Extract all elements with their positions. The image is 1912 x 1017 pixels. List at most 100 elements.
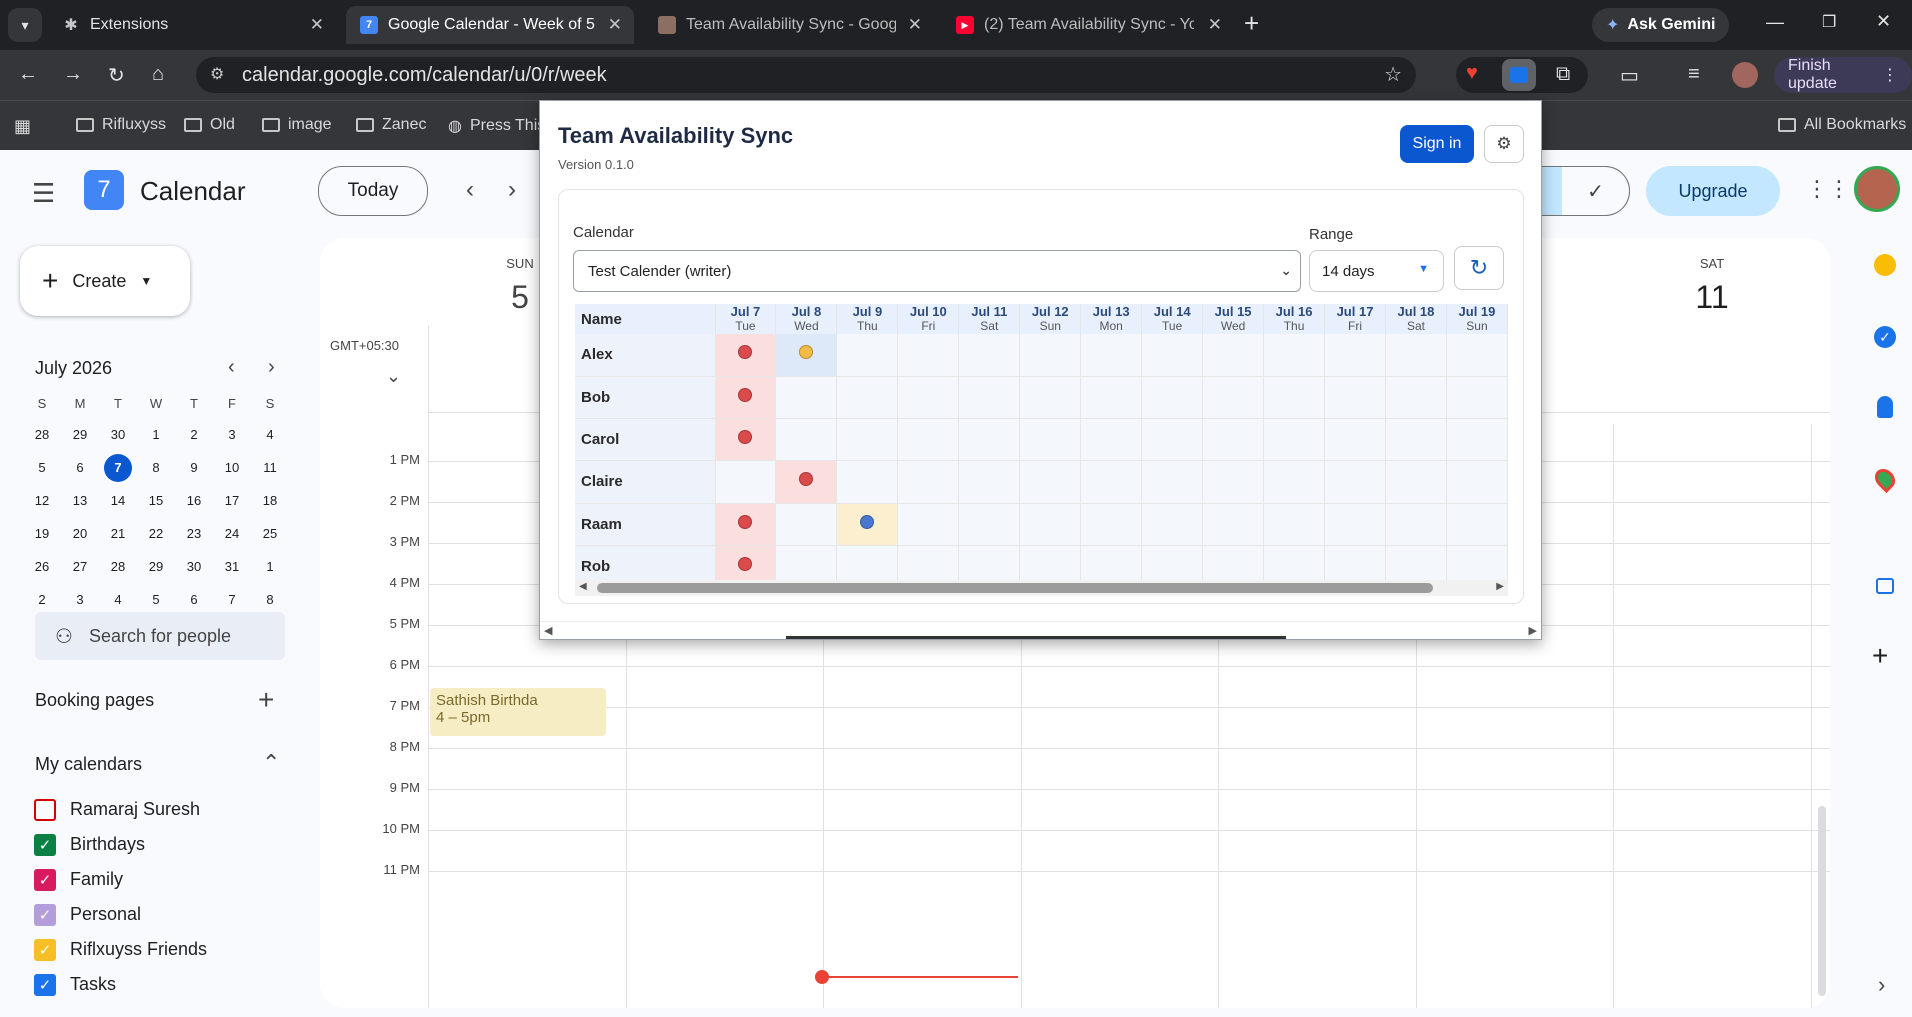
day-header-sat[interactable]: SAT 11: [1682, 256, 1742, 316]
availability-cell[interactable]: [1263, 334, 1326, 377]
calendar-checkbox[interactable]: ✓: [34, 938, 56, 961]
availability-cell[interactable]: [1324, 503, 1386, 546]
availability-cell[interactable]: [1446, 503, 1509, 546]
availability-cell[interactable]: [1446, 418, 1509, 462]
availability-cell[interactable]: [1263, 376, 1326, 420]
availability-cell[interactable]: [836, 503, 899, 546]
google-apps-icon[interactable]: ⋮⋮: [1806, 176, 1850, 202]
mini-day[interactable]: 31: [213, 550, 251, 583]
availability-cell[interactable]: [1080, 418, 1143, 462]
availability-cell[interactable]: [836, 418, 899, 462]
settings-gear-icon[interactable]: ⚙: [1484, 125, 1524, 163]
contacts-person-icon[interactable]: [1877, 396, 1893, 418]
media-controls-icon[interactable]: ≡: [1688, 63, 1700, 86]
availability-cell[interactable]: [715, 418, 777, 462]
availability-cell[interactable]: [1324, 334, 1386, 377]
event-block[interactable]: Sathish Birthda 4 – 5pm: [430, 688, 606, 736]
availability-cell[interactable]: [1263, 460, 1326, 504]
mini-prev-month-icon[interactable]: ‹: [228, 356, 235, 379]
calendar-checkbox[interactable]: ✓: [34, 973, 56, 996]
tab-google-calendar[interactable]: 7 Google Calendar - Week of 5 Ju ✕: [346, 6, 634, 44]
calendar-list-item[interactable]: Ramaraj Suresh: [34, 792, 207, 827]
availability-cell[interactable]: [1019, 334, 1082, 377]
availability-cell[interactable]: [775, 418, 838, 462]
availability-cell[interactable]: [1080, 503, 1143, 546]
minimize-icon[interactable]: —: [1766, 12, 1784, 33]
mini-day[interactable]: 8: [137, 451, 175, 484]
range-select[interactable]: 14 days ▼: [1309, 250, 1444, 292]
availability-cell[interactable]: [1141, 503, 1204, 546]
scroll-thumb[interactable]: [786, 636, 1286, 639]
reload-icon[interactable]: ↻: [108, 63, 125, 88]
availability-cell[interactable]: [897, 376, 960, 420]
mini-day[interactable]: 11: [251, 451, 289, 484]
previous-week-icon[interactable]: ‹: [466, 176, 474, 204]
mini-day[interactable]: 6: [61, 451, 99, 484]
availability-cell[interactable]: [836, 376, 899, 420]
mini-day[interactable]: 19: [23, 517, 61, 550]
availability-cell[interactable]: [958, 418, 1021, 462]
mini-day[interactable]: 25: [251, 517, 289, 550]
close-tab-icon[interactable]: ✕: [908, 15, 922, 35]
availability-cell[interactable]: [1080, 376, 1143, 420]
mini-day[interactable]: 12: [23, 484, 61, 517]
availability-cell[interactable]: [1202, 460, 1265, 504]
search-people-input[interactable]: ⚇ Search for people: [35, 612, 285, 660]
availability-cell[interactable]: [1019, 460, 1082, 504]
apps-grid-icon[interactable]: ▦: [14, 116, 31, 137]
bookmark-folder[interactable]: Rifluxyss: [76, 116, 166, 134]
mini-next-month-icon[interactable]: ›: [268, 356, 275, 379]
availability-cell[interactable]: [715, 376, 777, 420]
add-addon-icon[interactable]: +: [1872, 640, 1888, 672]
expand-side-panel-icon[interactable]: ›: [1878, 972, 1885, 998]
mini-day[interactable]: 28: [23, 418, 61, 451]
mini-day[interactable]: 5: [23, 451, 61, 484]
new-tab-icon[interactable]: +: [1244, 8, 1259, 39]
mini-day[interactable]: 30: [99, 418, 137, 451]
availability-cell[interactable]: [1385, 334, 1447, 377]
restore-icon[interactable]: ❐: [1822, 12, 1836, 32]
close-window-icon[interactable]: ✕: [1876, 11, 1891, 32]
tab-search-button[interactable]: ▾: [8, 8, 42, 42]
calendar-list-item[interactable]: ✓ Family: [34, 862, 207, 897]
availability-cell[interactable]: [1080, 460, 1143, 504]
availability-cell[interactable]: [897, 503, 960, 546]
mini-day[interactable]: 29: [137, 550, 175, 583]
mini-day[interactable]: 28: [99, 550, 137, 583]
forward-icon[interactable]: →: [63, 63, 83, 86]
availability-cell[interactable]: [1385, 376, 1447, 420]
availability-cell[interactable]: [897, 460, 960, 504]
collapse-chevron-up-icon[interactable]: ⌃: [262, 750, 280, 776]
availability-cell[interactable]: [958, 334, 1021, 377]
availability-cell[interactable]: [1019, 376, 1082, 420]
create-button[interactable]: + Create ▼: [20, 246, 190, 316]
mini-day[interactable]: 10: [213, 451, 251, 484]
availability-cell[interactable]: [775, 503, 838, 546]
mini-day[interactable]: 1: [137, 418, 175, 451]
close-tab-icon[interactable]: ✕: [1208, 15, 1222, 35]
mini-day[interactable]: 1: [251, 550, 289, 583]
calendar-list-item[interactable]: ✓ Personal: [34, 897, 207, 932]
mini-day[interactable]: 20: [61, 517, 99, 550]
bookmark-folder[interactable]: image: [262, 116, 332, 134]
tab-youtube[interactable]: ▶ (2) Team Availability Sync - You ✕: [942, 6, 1234, 44]
scroll-right-arrow-icon[interactable]: ▶: [1496, 581, 1504, 592]
site-info-icon[interactable]: ⚙: [210, 64, 224, 84]
mini-day[interactable]: 18: [251, 484, 289, 517]
mini-day[interactable]: 9: [175, 451, 213, 484]
calendar-checkbox[interactable]: ✓: [34, 868, 56, 891]
availability-cell[interactable]: [1019, 503, 1082, 546]
maps-pin-icon[interactable]: [1870, 464, 1900, 494]
mini-day[interactable]: 29: [61, 418, 99, 451]
availability-cell[interactable]: [1080, 334, 1143, 377]
mini-day[interactable]: 14: [99, 484, 137, 517]
availability-cell[interactable]: [1141, 460, 1204, 504]
team-availability-extension-icon[interactable]: [1502, 59, 1536, 91]
availability-cell[interactable]: [1385, 418, 1447, 462]
account-avatar[interactable]: [1854, 166, 1900, 212]
calendar-list-item[interactable]: ✓ Tasks: [34, 967, 207, 1002]
availability-cell[interactable]: [775, 460, 838, 504]
scroll-left-arrow-icon[interactable]: ◀: [579, 581, 587, 592]
availability-cell[interactable]: [897, 334, 960, 377]
availability-cell[interactable]: [1324, 376, 1386, 420]
